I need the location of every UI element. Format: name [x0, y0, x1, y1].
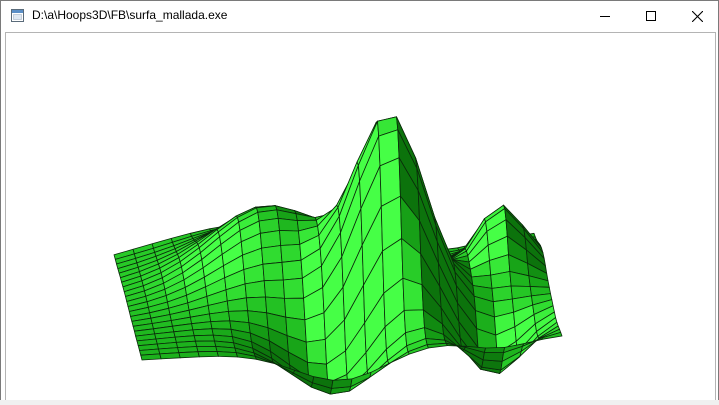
title-bar[interactable]: D:\a\Hoops3D\FB\surfa_mallada.exe: [1, 1, 718, 31]
minimize-icon: [600, 16, 610, 17]
mesh-face: [159, 352, 181, 360]
mesh-face: [281, 259, 303, 281]
close-icon: [691, 10, 703, 22]
maximize-icon: [646, 11, 656, 21]
mesh-face: [193, 334, 215, 342]
app-window-icon: [11, 9, 24, 22]
app-window: D:\a\Hoops3D\FB\surfa_mallada.exe: [0, 0, 719, 405]
mesh-face: [245, 296, 268, 314]
mesh-face: [192, 328, 214, 337]
meshed-surface-3d: [113, 116, 563, 395]
mesh-face: [244, 280, 266, 299]
mesh-face: [216, 351, 238, 358]
background-strip: [0, 400, 719, 405]
mesh-face: [284, 297, 306, 321]
mesh-face: [262, 261, 284, 282]
mesh-face: [482, 351, 504, 362]
mesh-face: [483, 346, 506, 354]
mesh-face: [261, 245, 283, 265]
mesh-face: [210, 320, 232, 330]
render-viewport[interactable]: [5, 32, 716, 401]
maximize-button[interactable]: [628, 1, 674, 31]
mesh-face: [195, 340, 217, 347]
mesh-face: [259, 230, 282, 249]
mesh-face: [140, 353, 162, 361]
mesh-face: [279, 230, 301, 246]
minimize-button[interactable]: [582, 1, 628, 31]
mesh-face: [282, 277, 305, 299]
close-button[interactable]: [674, 1, 719, 31]
mesh-face: [263, 279, 285, 299]
window-title: D:\a\Hoops3D\FB\surfa_mallada.exe: [32, 8, 228, 22]
mesh-face: [197, 351, 219, 358]
mesh-face: [426, 342, 448, 349]
mesh-face: [331, 378, 353, 389]
mesh-face: [178, 351, 200, 359]
mesh-face: [277, 217, 299, 232]
mesh-face: [280, 243, 302, 263]
mesh-face: [196, 345, 218, 353]
mesh-face: [305, 338, 327, 365]
